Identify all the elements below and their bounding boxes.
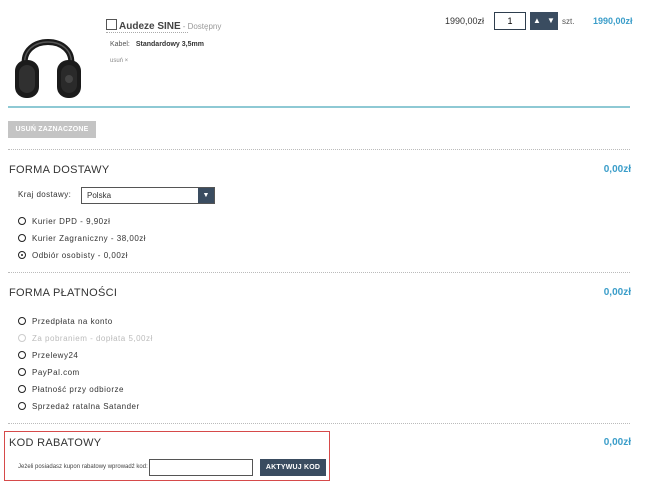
radio-button[interactable] xyxy=(18,402,26,410)
payment-option-transfer[interactable]: Przedpłata na konto xyxy=(18,316,113,326)
payment-option-installments[interactable]: Sprzedaż ratalna Satander xyxy=(18,401,140,411)
payment-option-paypal[interactable]: PayPal.com xyxy=(18,367,80,377)
discount-prompt: Jeżeli posiadasz kupon rabatowy wprowadź… xyxy=(18,464,148,470)
radio-button[interactable] xyxy=(18,234,26,242)
payment-option-label: Przelewy24 xyxy=(32,350,79,360)
product-option-value: Standardowy 3,5mm xyxy=(135,41,204,48)
chevron-up-icon: ▲ xyxy=(533,16,541,25)
discount-code-input[interactable] xyxy=(149,459,253,476)
shipping-option-dpd[interactable]: Kurier DPD - 9,90zł xyxy=(18,216,110,226)
payment-option-label: Płatność przy odbiorze xyxy=(32,384,124,394)
shipping-option-pickup[interactable]: Odbiór osobisty - 0,00zł xyxy=(18,250,128,260)
chevron-down-icon: ▼ xyxy=(198,188,214,203)
cart-divider xyxy=(8,106,630,108)
product-remove-link[interactable]: usuń × xyxy=(110,58,128,64)
payment-price: 0,00zł xyxy=(603,287,631,298)
shipping-option-international[interactable]: Kurier Zagraniczny - 38,00zł xyxy=(18,233,146,243)
payment-option-label: Przedpłata na konto xyxy=(32,316,113,326)
shipping-option-label: Kurier DPD - 9,90zł xyxy=(32,216,111,226)
product-image xyxy=(12,12,84,104)
radio-button[interactable] xyxy=(18,385,26,393)
remove-selected-button[interactable]: USUŃ ZAZNACZONE xyxy=(8,121,96,138)
unit-price: 1990,00zł xyxy=(445,16,485,26)
payment-option-cod: Za pobraniem - dopłata 5,00zł xyxy=(18,333,153,343)
chevron-down-icon: ▼ xyxy=(547,16,555,25)
product-title-divider xyxy=(106,32,188,33)
line-total: 1990,00zł xyxy=(593,16,633,26)
shipping-option-label: Kurier Zagraniczny - 38,00zł xyxy=(32,233,147,243)
radio-button[interactable] xyxy=(18,317,26,325)
shipping-price: 0,00zł xyxy=(603,164,631,175)
radio-button[interactable] xyxy=(18,217,26,225)
section-divider xyxy=(8,272,630,273)
quantity-decrease-button[interactable]: ▼ xyxy=(544,12,558,30)
shipping-title: FORMA DOSTAWY xyxy=(9,164,110,176)
product-option: Kabel: Standardowy 3,5mm xyxy=(110,41,204,48)
product-name[interactable]: Audeze SINE xyxy=(119,21,181,32)
radio-button[interactable] xyxy=(18,368,26,376)
section-divider xyxy=(8,423,630,424)
radio-button-checked[interactable] xyxy=(18,251,26,259)
country-label: Kraj dostawy: xyxy=(18,190,72,199)
quantity-increase-button[interactable]: ▲ xyxy=(530,12,544,30)
shipping-option-label: Odbiór osobisty - 0,00zł xyxy=(32,250,129,260)
payment-option-on-delivery[interactable]: Płatność przy odbiorze xyxy=(18,384,124,394)
payment-option-label: Sprzedaż ratalna Satander xyxy=(32,401,140,411)
country-select-value: Polska xyxy=(87,191,112,200)
activate-code-button[interactable]: AKTYWUJ KOD xyxy=(260,459,326,476)
country-select[interactable]: Polska ▼ xyxy=(81,187,215,204)
payment-title: FORMA PŁATNOŚCI xyxy=(9,287,118,299)
quantity-unit: szt. xyxy=(562,17,575,26)
product-select-checkbox[interactable] xyxy=(106,19,117,30)
product-availability: - Dostępny xyxy=(182,22,222,31)
section-divider xyxy=(8,149,630,150)
product-option-label: Kabel: xyxy=(110,41,130,48)
payment-option-przelewy24[interactable]: Przelewy24 xyxy=(18,350,78,360)
payment-option-label: PayPal.com xyxy=(32,367,80,377)
radio-button[interactable] xyxy=(18,351,26,359)
discount-price: 0,00zł xyxy=(603,437,631,448)
radio-button-disabled xyxy=(18,334,26,342)
discount-title: KOD RABATOWY xyxy=(9,437,102,449)
quantity-input[interactable] xyxy=(494,12,526,30)
payment-option-label: Za pobraniem - dopłata 5,00zł xyxy=(32,333,153,343)
